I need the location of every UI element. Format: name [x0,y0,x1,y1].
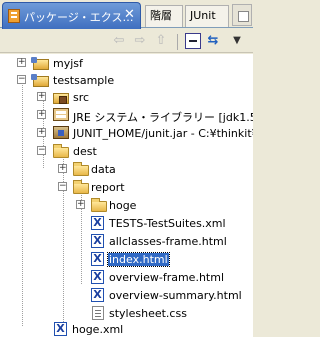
library-icon [53,108,69,121]
tree-item-label: TESTS-TestSuites.xml [109,217,226,230]
expand-icon[interactable]: + [37,128,46,137]
collapse-icon[interactable]: − [58,182,67,191]
xml-file-icon: X [91,252,104,266]
tree-item-tests-testsuites-xml[interactable]: X TESTS-TestSuites.xml [0,215,253,233]
tree-item-overview-summary[interactable]: X overview-summary.html [0,287,253,305]
tree-item-allclasses-frame[interactable]: X allclasses-frame.html [0,233,253,251]
tree-item-label: overview-summary.html [109,289,242,302]
tree-item-overview-frame[interactable]: X overview-frame.html [0,269,253,287]
tree-item-index-html[interactable]: X index.html [0,251,253,269]
tree-item-label: myjsf [53,57,83,70]
tab-hierarchy[interactable]: 階層 [145,5,183,27]
maximize-view-button[interactable] [232,4,252,26]
expand-icon[interactable]: + [37,110,46,119]
back-arrow-icon[interactable]: ⇦ [111,33,127,49]
project-icon [31,57,49,70]
view-toolbar: ⇦ ⇨ ⇧ ⇆ ▼ [0,29,253,53]
expand-icon[interactable]: + [37,92,46,101]
tree-item-myjsf[interactable]: + myjsf [0,55,253,73]
tree-item-label: stylesheet.css [109,307,187,320]
tree-item-data[interactable]: + data [0,161,253,179]
css-file-icon [92,306,104,320]
tree-item-junit-jar[interactable]: + JUNIT_HOME/junit.jar - C:¥thinkit¥ε [0,125,253,143]
tree-item-report[interactable]: − report [0,179,253,197]
up-arrow-icon[interactable]: ⇧ [153,33,169,49]
tree-item-label: allclasses-frame.html [109,235,227,248]
tree-item-src[interactable]: + src [0,89,253,107]
tab-package-explorer-label: パッケージ・エクス… [24,11,134,24]
tree-item-label: data [91,163,116,176]
tree-item-label: testsample [53,74,115,87]
folder-icon [53,144,69,158]
tree-item-hoge-folder[interactable]: + hoge [0,197,253,215]
expand-icon[interactable]: + [58,164,67,173]
tree-item-label-selected: index.html [107,252,170,267]
expand-icon[interactable]: + [76,200,85,209]
view-menu-icon[interactable]: ▼ [229,33,245,49]
tree-item-testsample[interactable]: − testsample [0,72,253,90]
collapse-icon[interactable]: − [17,75,26,84]
tree-item-label: overview-frame.html [109,271,225,284]
xml-file-icon: X [54,322,67,336]
xml-file-icon: X [91,216,104,230]
jar-icon [53,126,69,139]
tab-package-explorer[interactable]: パッケージ・エクス… ✕ [2,2,141,29]
tree-item-label: src [73,91,90,104]
tree-item-label: JUNIT_HOME/junit.jar - C:¥thinkit¥ε [73,127,253,140]
tree-item-label: report [91,181,125,194]
project-icon [31,74,49,87]
collapse-icon[interactable]: − [37,146,46,155]
folder-icon [91,198,107,212]
package-explorer-tree[interactable]: + myjsf − testsample + src + JRE システム・ライ… [0,54,253,337]
view-tab-strip: パッケージ・エクス… ✕ 階層 JUnit [0,0,253,29]
expand-icon[interactable]: + [17,58,26,67]
tree-item-jre-library[interactable]: + JRE システム・ライブラリー [jdk1.5.0] [0,107,253,125]
tree-item-label: JRE システム・ライブラリー [jdk1.5.0] [73,111,253,124]
xml-file-icon: X [91,288,104,302]
tree-item-dest[interactable]: − dest [0,143,253,161]
xml-file-icon: X [91,270,104,284]
tree-item-hoge-xml[interactable]: X hoge.xml [0,321,253,337]
tree-item-label: hoge.xml [72,323,124,336]
tab-junit[interactable]: JUnit [185,5,229,27]
link-with-editor-icon[interactable]: ⇆ [205,33,221,49]
collapse-all-icon[interactable] [185,33,201,49]
tree-item-label: dest [73,145,97,158]
source-folder-icon [53,93,69,104]
tree-item-label: hoge [109,199,137,212]
close-icon[interactable]: ✕ [124,8,135,22]
toolbar-separator [177,34,178,50]
xml-file-icon: X [91,234,104,248]
folder-icon [73,162,89,176]
folder-icon [73,180,89,194]
package-explorer-icon [8,9,20,23]
forward-arrow-icon[interactable]: ⇨ [132,33,148,49]
